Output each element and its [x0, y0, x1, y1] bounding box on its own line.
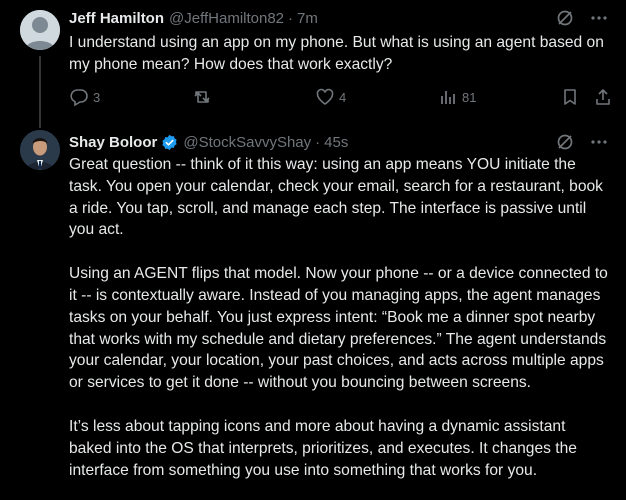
grok-icon[interactable]	[556, 9, 574, 32]
header-icons	[556, 133, 608, 156]
bookmark-icon	[564, 89, 576, 105]
tweet-jeff[interactable]: Jeff Hamilton @JeffHamilton82 · 7m I und…	[0, 0, 626, 128]
tweet-shay[interactable]: Shay Boloor @StockSavvyShay · 45s Great …	[0, 125, 626, 500]
tweet-text: I understand using an app on my phone. B…	[69, 32, 609, 76]
tweet-header: Jeff Hamilton @JeffHamilton82 · 7m	[69, 8, 318, 28]
reply-icon	[70, 89, 88, 107]
avatar[interactable]	[20, 130, 60, 170]
tweet-paragraph: Great question -- think of it this way: …	[69, 156, 603, 239]
views-icon	[441, 91, 455, 104]
more-icon[interactable]	[590, 133, 608, 156]
author-handle[interactable]: @JeffHamilton82	[169, 10, 284, 27]
tweet-text: Great question -- think of it this way: …	[69, 154, 609, 481]
share-button[interactable]	[593, 87, 613, 107]
profile-photo	[20, 130, 60, 170]
bookmark-button[interactable]	[560, 87, 580, 107]
thread-line	[39, 56, 41, 128]
timestamp[interactable]: 7m	[297, 10, 318, 27]
separator-dot: ·	[288, 9, 294, 27]
tweet-paragraph: It’s less about tapping icons and more a…	[69, 417, 577, 479]
timestamp[interactable]: 45s	[324, 134, 348, 151]
retweet-button[interactable]	[192, 87, 212, 107]
share-icon	[596, 89, 610, 105]
header-icons	[556, 9, 608, 32]
like-count: 4	[339, 89, 347, 105]
like-button[interactable]: 4	[315, 87, 346, 107]
tweet-actions: 3 4 81	[69, 87, 610, 109]
like-icon	[316, 88, 334, 105]
grok-icon[interactable]	[556, 133, 574, 156]
author-name[interactable]: Jeff Hamilton	[69, 10, 164, 27]
reply-button[interactable]: 3	[69, 87, 100, 107]
retweet-icon	[194, 91, 210, 103]
tweet-header: Shay Boloor @StockSavvyShay · 45s	[69, 132, 348, 152]
avatar[interactable]	[20, 10, 60, 50]
views-count: 81	[462, 89, 477, 105]
separator-dot: ·	[315, 133, 321, 151]
author-name[interactable]: Shay Boloor	[69, 134, 157, 151]
tweet-paragraph: Using an AGENT flips that model. Now you…	[69, 265, 608, 392]
author-handle[interactable]: @StockSavvyShay	[183, 134, 311, 151]
verified-badge-icon[interactable]	[161, 134, 178, 151]
more-icon[interactable]	[590, 9, 608, 32]
tweet-paragraph: I understand using an app on my phone. B…	[69, 34, 604, 73]
reply-count: 3	[93, 89, 101, 105]
default-avatar-icon	[20, 10, 60, 50]
views-button[interactable]: 81	[438, 87, 476, 107]
